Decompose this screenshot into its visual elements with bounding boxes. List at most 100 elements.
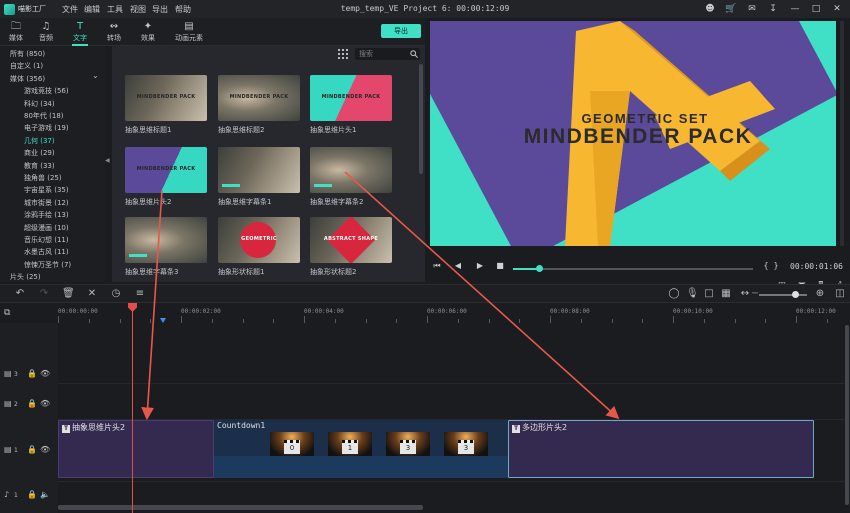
- cart-icon[interactable]: 🛒: [725, 3, 737, 15]
- sidebar-item[interactable]: 教育 (33): [0, 160, 100, 172]
- playback-progress[interactable]: [513, 265, 753, 272]
- sidebar-item[interactable]: 涂鸦手绘 (13): [0, 209, 100, 221]
- lock-icon[interactable]: 🔒: [27, 445, 37, 454]
- sidebar-item[interactable]: 媒体 (356): [0, 73, 100, 85]
- undo-icon[interactable]: ↶: [14, 288, 26, 300]
- sidebar-item[interactable]: 宇宙星系 (35): [0, 184, 100, 196]
- menu-edit[interactable]: 编辑: [84, 4, 100, 15]
- mark-out-icon[interactable]: }: [771, 261, 781, 271]
- sidebar-item[interactable]: 80年代 (18): [0, 110, 100, 122]
- minimize-icon[interactable]: —: [789, 3, 801, 15]
- maximize-icon[interactable]: □: [810, 3, 822, 15]
- add-track-icon[interactable]: ◫: [834, 288, 846, 300]
- grid-view-icon[interactable]: [338, 49, 348, 59]
- library-thumbnail[interactable]: MINDBENDER PACK: [125, 75, 207, 121]
- download-icon[interactable]: ↧: [767, 3, 779, 15]
- lock-icon[interactable]: 🔒: [27, 399, 37, 408]
- library-thumbnail[interactable]: [125, 217, 207, 263]
- chevron-down-icon[interactable]: ⌄: [92, 71, 99, 80]
- sidebar-item[interactable]: 所有 (850): [0, 48, 100, 60]
- playhead-line[interactable]: [132, 303, 133, 513]
- title-clip-mindbender[interactable]: T 抽象思维片头2: [58, 420, 214, 478]
- sidebar-item[interactable]: 科幻 (34): [0, 98, 100, 110]
- sidebar-item[interactable]: 游戏竞技 (56): [0, 85, 100, 97]
- track-number: 1: [14, 492, 18, 499]
- tab-transition[interactable]: ↭ 转场: [98, 21, 130, 45]
- speed-icon[interactable]: ◷: [110, 288, 122, 300]
- library-thumbnail[interactable]: [218, 147, 300, 193]
- eye-icon[interactable]: 👁: [40, 369, 50, 378]
- scrollbar-thumb[interactable]: [58, 505, 423, 510]
- track-divider: [58, 383, 844, 384]
- tab-elements[interactable]: ▤ 动画元素: [169, 21, 209, 45]
- sidebar-item[interactable]: 几何 (37): [0, 135, 100, 147]
- library-thumbnail[interactable]: MINDBENDER PACK: [218, 75, 300, 121]
- lock-icon[interactable]: 🔒: [27, 490, 37, 499]
- sidebar-item[interactable]: 独角兽 (25): [0, 172, 100, 184]
- sidebar-item[interactable]: 城市街景 (12): [0, 197, 100, 209]
- progress-handle[interactable]: [536, 265, 544, 272]
- lock-icon[interactable]: 🔒: [27, 369, 37, 378]
- sidebar-item[interactable]: 水墨古风 (11): [0, 246, 100, 258]
- sidebar-item[interactable]: 惊悚万圣节 (7): [0, 259, 100, 271]
- video-clip-countdown[interactable]: Countdown1 0 1 3 3: [214, 420, 508, 478]
- sidebar-item[interactable]: 自定义 (1): [0, 60, 100, 72]
- tab-text[interactable]: T 文字: [64, 21, 96, 46]
- menu-help[interactable]: 帮助: [175, 4, 191, 15]
- microphone-icon[interactable]: 🎙: [686, 288, 699, 300]
- eye-icon[interactable]: 👁: [40, 399, 50, 408]
- play-icon[interactable]: ▶: [475, 261, 485, 271]
- cut-icon[interactable]: ✕: [86, 288, 98, 300]
- timeline-vertical-scrollbar[interactable]: [844, 323, 850, 513]
- sidebar-item[interactable]: 超级漫画 (10): [0, 222, 100, 234]
- tab-audio[interactable]: ♫ 音频: [30, 21, 62, 45]
- account-icon[interactable]: ☻: [704, 3, 716, 15]
- library-thumbnail[interactable]: [310, 147, 392, 193]
- timeline-horizontal-scrollbar[interactable]: [58, 505, 844, 510]
- detach-audio-icon[interactable]: ▦: [720, 288, 732, 300]
- tab-media[interactable]: 🗀 媒体: [0, 21, 32, 45]
- menu-export[interactable]: 导出: [152, 4, 168, 15]
- prev-frame-icon[interactable]: ◀: [453, 261, 463, 271]
- sidebar-item[interactable]: 商业 (29): [0, 147, 100, 159]
- library-scrollbar[interactable]: [419, 64, 423, 174]
- delete-icon[interactable]: 🗑: [62, 288, 75, 300]
- voiceover-icon[interactable]: □: [703, 288, 715, 300]
- message-icon[interactable]: ✉: [746, 3, 758, 15]
- tab-effects[interactable]: ✦ 效果: [132, 21, 164, 45]
- library-thumbnail[interactable]: MINDBENDER PACK: [310, 75, 392, 121]
- search-icon[interactable]: [410, 50, 418, 58]
- thumbnail-overlay-text: MINDBENDER PACK: [136, 94, 196, 100]
- mark-in-icon[interactable]: {: [761, 261, 771, 271]
- timeline-ruler[interactable]: 00:00:00:00 00:00:02:00 00:00:04:00 00:00:0…: [58, 303, 850, 323]
- sidebar-item[interactable]: 电子游戏 (19): [0, 122, 100, 134]
- search-input[interactable]: [359, 48, 409, 60]
- zoom-out-icon[interactable]: −: [749, 288, 761, 300]
- step-back-icon[interactable]: ⏮: [432, 261, 442, 271]
- close-icon[interactable]: ✕: [831, 3, 843, 15]
- ruler-tick: [673, 316, 674, 323]
- menu-file[interactable]: 文件: [62, 4, 78, 15]
- library-thumbnail[interactable]: MINDBENDER PACK: [125, 147, 207, 193]
- adjust-icon[interactable]: ≡: [134, 288, 146, 300]
- redo-icon[interactable]: ↷: [38, 288, 50, 300]
- track-manager-icon[interactable]: ⧉: [4, 308, 18, 320]
- menu-view[interactable]: 视图: [130, 4, 146, 15]
- speaker-icon[interactable]: 🔈: [40, 490, 50, 499]
- collapse-handle-icon[interactable]: ◀: [105, 157, 111, 169]
- eye-icon[interactable]: 👁: [40, 445, 50, 454]
- zoom-handle[interactable]: [792, 291, 800, 298]
- stop-icon[interactable]: ■: [495, 261, 505, 271]
- library-thumbnail[interactable]: GEOMETRIC: [218, 217, 300, 263]
- export-button[interactable]: 导出: [381, 24, 421, 38]
- scrollbar-thumb[interactable]: [845, 325, 849, 505]
- sidebar-item[interactable]: 片头 (25): [0, 271, 100, 283]
- library-thumbnail[interactable]: ABSTRACT SHAPE: [310, 217, 392, 263]
- preview-scrollbar[interactable]: [840, 21, 844, 246]
- sidebar-item[interactable]: 音乐幻想 (11): [0, 234, 100, 246]
- menu-tools[interactable]: 工具: [107, 4, 123, 15]
- zoom-slider[interactable]: [759, 291, 807, 298]
- title-clip-polygon[interactable]: T 多边形片头2: [508, 420, 814, 478]
- shield-icon[interactable]: ◯: [668, 288, 680, 300]
- zoom-in-icon[interactable]: ⊕: [814, 288, 826, 300]
